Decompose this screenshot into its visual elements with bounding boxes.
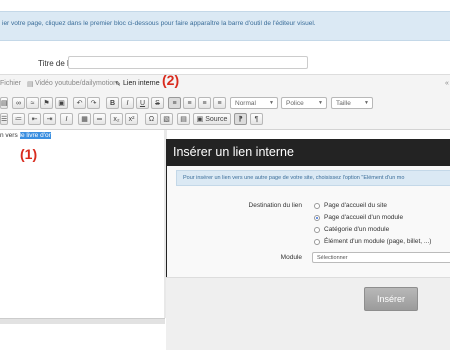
anchor-flag-icon[interactable]: ⚑ [40, 97, 53, 109]
omega-icon[interactable]: Ω [145, 113, 158, 125]
selected-text: le livre d'or [19, 132, 51, 139]
indent-icon[interactable]: ⇥ [43, 113, 56, 125]
insert-button[interactable]: Insérer [364, 287, 418, 311]
callout-one: (1) [20, 146, 38, 162]
editor-text-before: n vers [0, 132, 20, 139]
radio-icon [314, 239, 320, 245]
ltr-icon[interactable]: ⁋ [234, 113, 247, 125]
align-left-icon[interactable]: ≡ [168, 97, 181, 109]
size-select-value: Taille [336, 100, 351, 107]
chevron-down-icon: ▼ [364, 100, 369, 106]
align-right-icon[interactable]: ≡ [198, 97, 211, 109]
radio-icon [314, 203, 320, 209]
destination-label: Destination du lien [248, 202, 302, 209]
redo-icon[interactable]: ↷ [87, 97, 100, 109]
italic-button[interactable]: I [121, 97, 134, 109]
radio-label: Élément d'un module (page, billet, ...) [324, 238, 432, 245]
undo-icon[interactable]: ↶ [73, 97, 86, 109]
radio-label: Page d'accueil du site [324, 202, 388, 209]
font-select[interactable]: Police ▼ [281, 97, 327, 109]
table-icon[interactable]: ▦ [78, 113, 91, 125]
editor-toolbar: Fichier ▤ Vidéo youtube/dailymotion ✎ Li… [0, 74, 450, 130]
outdent-icon[interactable]: ⇤ [28, 113, 41, 125]
callout-two: (2) [162, 72, 180, 88]
module-select[interactable]: Sélectionner [312, 252, 450, 263]
strike-button[interactable]: S [151, 97, 164, 109]
dialog-title: Insérer un lien interne [173, 145, 294, 159]
editor-footer [0, 318, 165, 324]
info-banner: ier votre page, cliquez dans le premier … [0, 11, 450, 41]
bold-button[interactable]: B [106, 97, 119, 109]
module-label: Module [280, 254, 302, 261]
bullet-list-icon[interactable]: ☰ [0, 113, 8, 125]
chevron-down-icon: ▼ [269, 100, 274, 106]
video-button[interactable]: Vidéo youtube/dailymotion [35, 80, 117, 87]
module-select-value: Sélectionner [317, 255, 348, 261]
superscript-icon[interactable]: x² [125, 113, 138, 125]
format-select-value: Normal [235, 100, 256, 107]
numbered-list-icon[interactable]: ≔ [12, 113, 25, 125]
rtl-icon[interactable]: ¶ [250, 113, 263, 125]
radio-icon [314, 227, 320, 233]
link-icon: ✎ [115, 81, 121, 88]
paste-icon[interactable]: ▤ [0, 97, 8, 109]
link-insert-icon[interactable]: ∞ [12, 97, 25, 109]
font-select-value: Police [286, 100, 304, 107]
size-select[interactable]: Taille ▼ [331, 97, 373, 109]
info-banner-text: ier votre page, cliquez dans le premier … [2, 20, 316, 27]
subscript-icon[interactable]: x₂ [110, 113, 123, 125]
chevron-down-icon: ▼ [318, 100, 323, 106]
source-icon: ▣ [196, 116, 204, 123]
underline-button[interactable]: U [136, 97, 149, 109]
image-icon[interactable]: ▣ [55, 97, 68, 109]
source-button[interactable]: ▣ Source [193, 113, 231, 125]
internal-link-button[interactable]: Lien interne [123, 80, 160, 87]
line-title-row: Titre de la ligne [0, 56, 450, 70]
expand-icon: « [445, 80, 449, 87]
source-button-label: Source [205, 116, 228, 123]
document-icon[interactable]: ▤ [177, 113, 190, 125]
radio-label: Page d'accueil d'un module [324, 214, 404, 221]
radio-checked-icon [314, 215, 320, 221]
file-button[interactable]: Fichier [0, 80, 21, 87]
dialog-info: Pour insérer un lien vers une autre page… [176, 170, 450, 186]
format-select[interactable]: Normal ▼ [230, 97, 278, 109]
horizontal-rule-icon[interactable]: ═ [93, 113, 106, 125]
editor-text: n vers le livre d'or [0, 132, 51, 139]
clear-format-icon[interactable]: I [60, 113, 73, 125]
video-icon: ▤ [27, 81, 34, 88]
radio-label: Catégorie d'un module [324, 226, 390, 233]
line-title-input[interactable] [68, 56, 308, 69]
media-icon[interactable]: ▧ [160, 113, 173, 125]
unlink-icon[interactable]: ≈ [26, 97, 39, 109]
dialog-header: Insérer un lien interne [167, 139, 450, 166]
align-center-icon[interactable]: ≡ [183, 97, 196, 109]
align-justify-icon[interactable]: ≡ [213, 97, 226, 109]
